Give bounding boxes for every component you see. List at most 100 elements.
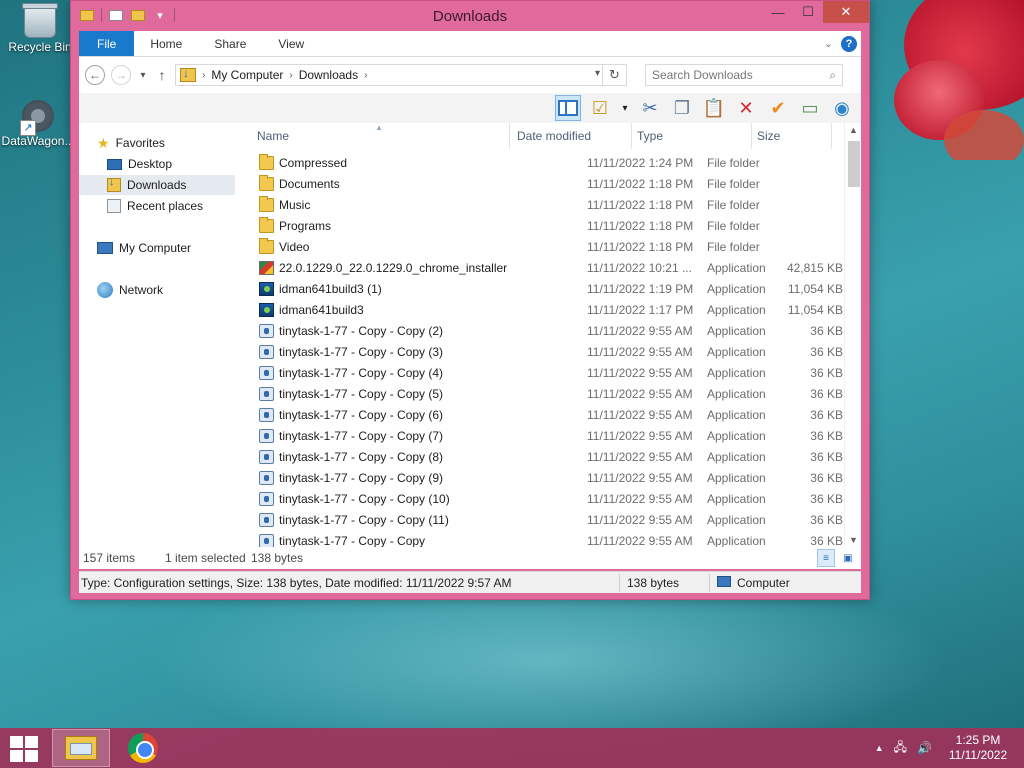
file-row[interactable]: tinytask-1-77 - Copy - Copy (6) 11/11/202… xyxy=(247,405,843,426)
windows-start-icon[interactable] xyxy=(10,736,38,762)
taskbar-chrome[interactable] xyxy=(114,729,172,767)
file-name: Compressed xyxy=(279,156,348,170)
search-input[interactable]: Search Downloads ⌕ xyxy=(645,64,843,86)
file-row[interactable]: tinytask-1-77 - Copy - Copy (4) 11/11/202… xyxy=(247,363,843,384)
checkmark-icon[interactable]: ✔ xyxy=(765,95,791,121)
tab-share[interactable]: Share xyxy=(198,31,262,56)
scroll-down-icon[interactable]: ▼ xyxy=(845,535,862,545)
network-tray-icon[interactable]: 🖧 xyxy=(894,738,907,759)
close-button[interactable]: ✕ xyxy=(823,1,869,23)
minimize-button[interactable]: — xyxy=(763,1,793,23)
file-row[interactable]: tinytask-1-77 - Copy - Copy (3) 11/11/202… xyxy=(247,342,843,363)
file-row[interactable]: Video 11/11/2022 1:18 PM File folder xyxy=(247,237,843,258)
volume-icon[interactable]: 🔊 xyxy=(917,741,932,755)
properties-icon[interactable]: ☑ xyxy=(587,95,613,121)
show-hidden-icons-icon[interactable]: ▲ xyxy=(875,743,884,753)
preview-pane-icon[interactable] xyxy=(555,95,581,121)
nav-network[interactable]: Network xyxy=(97,280,163,300)
paste-icon[interactable]: 📋 xyxy=(701,95,727,121)
file-row[interactable]: tinytask-1-77 - Copy - Copy (9) 11/11/202… xyxy=(247,468,843,489)
tab-home[interactable]: Home xyxy=(134,31,198,56)
file-date: 11/11/2022 9:55 AM xyxy=(587,387,693,401)
file-list: ▲ Name Date modified Type Size Compresse… xyxy=(247,123,843,547)
rename-icon[interactable]: ▭ xyxy=(797,95,823,121)
address-dropdown-icon[interactable]: ▾ xyxy=(595,68,600,79)
computer-icon xyxy=(97,242,113,254)
help-icon[interactable]: ? xyxy=(841,35,857,52)
nav-favorites[interactable]: ★ Favorites xyxy=(97,133,165,153)
file-row[interactable]: tinytask-1-77 - Copy - Copy 11/11/2022 9:… xyxy=(247,531,843,547)
tinytask-app-icon xyxy=(259,324,274,338)
nav-item-downloads[interactable]: Downloads xyxy=(79,175,235,195)
tinytask-app-icon xyxy=(259,534,274,547)
datawagon-shortcut-icon xyxy=(20,100,54,136)
file-row[interactable]: tinytask-1-77 - Copy - Copy (11) 11/11/20… xyxy=(247,510,843,531)
file-row[interactable]: tinytask-1-77 - Copy - Copy (8) 11/11/202… xyxy=(247,447,843,468)
nav-item-desktop[interactable]: Desktop xyxy=(107,154,172,174)
file-date: 11/11/2022 10:21 ... xyxy=(587,261,692,275)
nav-item-recent-places[interactable]: Recent places xyxy=(107,196,203,216)
file-date: 11/11/2022 9:55 AM xyxy=(587,324,693,338)
globe-icon[interactable]: ◉ xyxy=(829,95,855,121)
file-row[interactable]: tinytask-1-77 - Copy - Copy (7) 11/11/202… xyxy=(247,426,843,447)
up-arrow-icon[interactable]: ↑ xyxy=(155,67,169,83)
desktop-icon-datawagon[interactable]: DataWagon... xyxy=(0,100,76,148)
desktop-icon-recycle-bin[interactable]: Recycle Bin xyxy=(2,3,78,54)
copy-icon[interactable]: ❐ xyxy=(669,95,695,121)
forward-button[interactable]: → xyxy=(111,65,131,85)
column-header-type[interactable]: Type xyxy=(637,123,747,149)
file-row[interactable]: tinytask-1-77 - Copy - Copy (10) 11/11/20… xyxy=(247,489,843,510)
file-row[interactable]: Programs 11/11/2022 1:18 PM File folder xyxy=(247,216,843,237)
network-icon xyxy=(97,282,113,298)
file-row[interactable]: idman641build3 (1) 11/11/2022 1:19 PM Appl… xyxy=(247,279,843,300)
clock[interactable]: 1:25 PM 11/11/2022 xyxy=(942,733,1014,763)
scroll-thumb[interactable] xyxy=(848,141,860,187)
file-date: 11/11/2022 9:55 AM xyxy=(587,492,693,506)
file-date: 11/11/2022 1:18 PM xyxy=(587,219,694,233)
vertical-scrollbar[interactable]: ▲ ▼ xyxy=(844,123,861,547)
file-date: 11/11/2022 9:55 AM xyxy=(587,513,693,527)
wallpaper-flower xyxy=(864,0,1024,160)
file-size: 36 KB xyxy=(810,429,843,443)
address-bar[interactable]: › My Computer › Downloads › ▾ ↻ xyxy=(175,64,627,86)
folder-icon xyxy=(259,196,274,212)
file-row[interactable]: tinytask-1-77 - Copy - Copy (2) 11/11/202… xyxy=(247,321,843,342)
file-row[interactable]: idman641build3 11/11/2022 1:17 PM Applicat… xyxy=(247,300,843,321)
tinytask-app-icon xyxy=(259,366,274,380)
file-date: 11/11/2022 9:55 AM xyxy=(587,429,693,443)
title-bar[interactable]: ▾ Downloads — ☐ ✕ xyxy=(71,1,869,31)
navigation-pane: ★ Favorites Desktop Downloads Recent pla… xyxy=(79,123,239,547)
maximize-button[interactable]: ☐ xyxy=(793,1,823,23)
scroll-up-icon[interactable]: ▲ xyxy=(845,125,862,135)
tab-file[interactable]: File xyxy=(79,31,135,56)
file-size: 36 KB xyxy=(810,387,843,401)
file-row[interactable]: Music 11/11/2022 1:18 PM File folder xyxy=(247,195,843,216)
back-button[interactable]: ← xyxy=(85,65,105,85)
tab-view[interactable]: View xyxy=(262,31,320,56)
breadcrumb-my-computer[interactable]: My Computer xyxy=(211,68,283,82)
delete-icon[interactable]: ✕ xyxy=(733,95,759,121)
file-row[interactable]: 22.0.1229.0_22.0.1229.0_chrome_installer… xyxy=(247,258,843,279)
file-size: 36 KB xyxy=(810,324,843,338)
taskbar: ▲ 🖧 🔊 1:25 PM 11/11/2022 xyxy=(0,728,1024,768)
breadcrumb-downloads[interactable]: Downloads xyxy=(299,68,358,82)
expand-ribbon-chevron-icon[interactable]: ⌄ xyxy=(824,37,833,50)
file-type: File folder xyxy=(707,156,760,170)
column-header-size[interactable]: Size xyxy=(757,123,817,149)
large-icons-view-icon[interactable]: ▣ xyxy=(839,549,857,567)
cut-icon[interactable]: ✂ xyxy=(637,95,663,121)
recent-locations-chevron-icon[interactable]: ▾ xyxy=(137,70,149,81)
file-row[interactable]: Compressed 11/11/2022 1:24 PM File folder xyxy=(247,153,843,174)
status-details: Type: Configuration settings, Size: 138 … xyxy=(81,576,512,590)
file-row[interactable]: tinytask-1-77 - Copy - Copy (5) 11/11/202… xyxy=(247,384,843,405)
taskbar-file-explorer[interactable] xyxy=(52,729,110,767)
nav-my-computer[interactable]: My Computer xyxy=(97,238,191,258)
refresh-icon[interactable]: ↻ xyxy=(602,65,626,85)
column-header-name[interactable]: Name xyxy=(257,123,505,149)
column-header-date[interactable]: Date modified xyxy=(517,123,627,149)
recent-places-icon xyxy=(107,199,121,213)
file-row[interactable]: Documents 11/11/2022 1:18 PM File folder xyxy=(247,174,843,195)
file-name: tinytask-1-77 - Copy - Copy (3) xyxy=(279,345,444,359)
dropdown-chevron-icon[interactable]: ▾ xyxy=(619,95,631,121)
details-view-icon[interactable]: ≡ xyxy=(817,549,835,567)
